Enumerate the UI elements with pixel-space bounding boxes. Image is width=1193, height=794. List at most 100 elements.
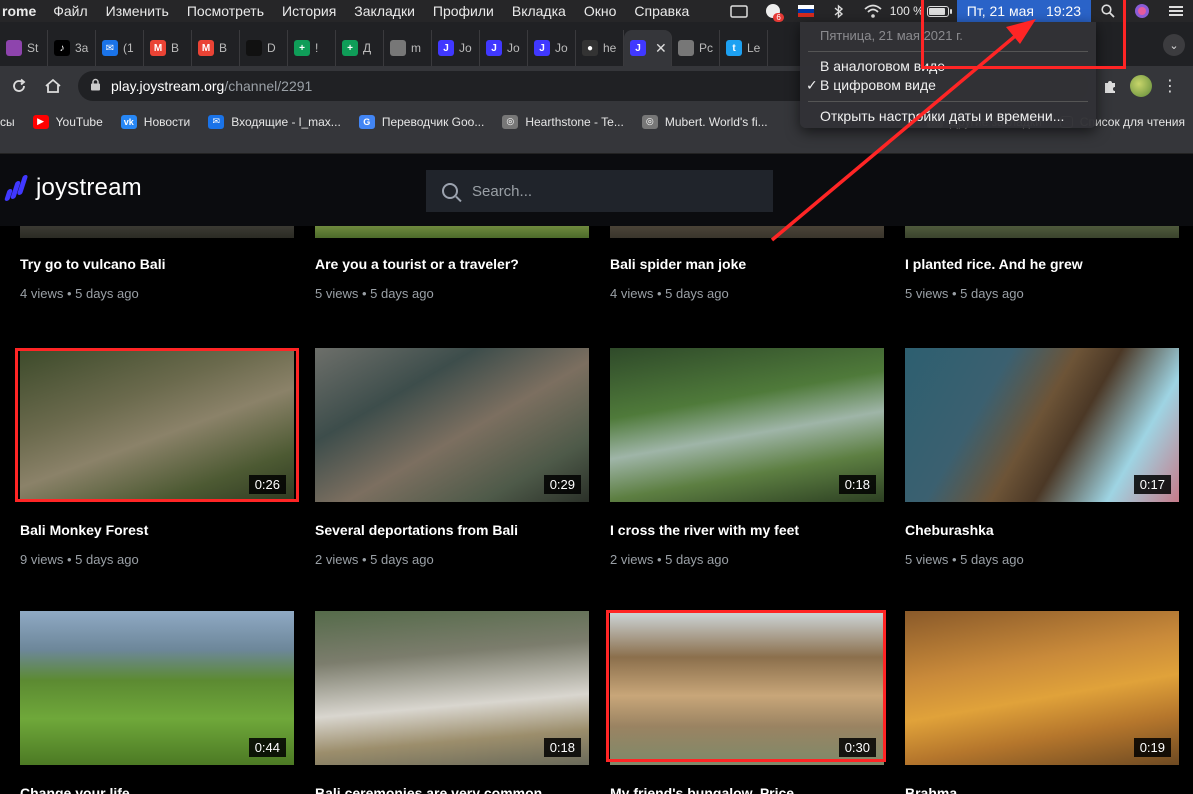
video-title[interactable]: Cheburashka (905, 522, 1179, 538)
site-search-input[interactable]: Search... (426, 170, 773, 212)
menu-history[interactable]: История (273, 3, 345, 19)
video-card[interactable]: 0:30 My friend's bungalow. Price (610, 611, 884, 794)
control-center-icon[interactable] (1165, 0, 1187, 22)
app-menu[interactable]: rome (0, 3, 44, 19)
video-card[interactable]: 0:19 Brahma (905, 611, 1179, 794)
video-thumbnail[interactable]: 0:26 (20, 348, 294, 502)
menu-edit[interactable]: Изменить (97, 3, 178, 19)
video-title[interactable]: Change your life (20, 785, 294, 794)
tab-close-icon[interactable]: ✕ (655, 40, 667, 57)
video-title[interactable]: Several deportations from Bali (315, 522, 589, 538)
video-thumbnail[interactable]: 0:17 (905, 348, 1179, 502)
bookmark-item[interactable]: ◎ Mubert. World's fi... (641, 114, 768, 129)
display-icon[interactable] (728, 0, 750, 22)
menu-help[interactable]: Справка (625, 3, 698, 19)
clock[interactable]: Пт, 21 мая 19:23 (956, 0, 1091, 22)
browser-tab[interactable]: J Jo (528, 30, 576, 66)
bookmark-item[interactable]: vk Новости (120, 114, 190, 129)
browser-tab[interactable]: + Д (336, 30, 384, 66)
reload-icon[interactable] (4, 71, 34, 101)
video-title[interactable]: Bali Monkey Forest (20, 522, 294, 538)
joystream-logo[interactable]: joystream (4, 174, 142, 202)
video-title[interactable]: My friend's bungalow. Price (610, 785, 884, 794)
video-card[interactable]: 0:17 Cheburashka 5 views • 5 days ago (905, 348, 1179, 567)
video-thumbnail[interactable]: 0:30 (610, 611, 884, 765)
battery-icon[interactable] (926, 5, 952, 17)
bookmark-item[interactable]: G Переводчик Goo... (358, 114, 484, 129)
clock-menu-open-settings[interactable]: Открыть настройки даты и времени... (820, 108, 1064, 124)
video-title[interactable]: Bali spider man joke (610, 256, 884, 272)
browser-tab[interactable]: ♪ 3a (48, 30, 96, 66)
video-card[interactable]: 0:18 I cross the river with my feet 2 view… (610, 348, 884, 567)
menu-profiles[interactable]: Профили (424, 3, 503, 19)
tab-search-chevron-icon[interactable]: ⌄ (1163, 34, 1185, 56)
video-card[interactable]: 0:26 Bali Monkey Forest 9 views • 5 days a… (20, 348, 294, 567)
video-card[interactable]: 0:29 Several deportations from Bali 2 view… (315, 348, 589, 567)
video-card[interactable]: Try go to vulcano Bali 4 views • 5 days a… (20, 226, 294, 301)
browser-tab[interactable]: MB (144, 30, 192, 66)
browser-tab[interactable]: t Le (720, 30, 768, 66)
browser-tab[interactable]: +! (288, 30, 336, 66)
video-title[interactable]: I planted rice. And he grew (905, 256, 1179, 272)
clock-menu-digital[interactable]: ✓ В цифровом виде (806, 77, 936, 93)
video-card[interactable]: Bali spider man joke 4 views • 5 days ago (610, 226, 884, 301)
video-thumbnail[interactable]: 0:18 (315, 611, 589, 765)
bookmark-item[interactable]: ◎ Hearthstone - Te... (502, 114, 624, 129)
menu-window[interactable]: Окно (575, 3, 626, 19)
bluetooth-icon[interactable] (828, 0, 850, 22)
video-title[interactable]: Bali ceremonies are very common (315, 785, 589, 794)
bookmark-label: Hearthstone - Te... (525, 114, 624, 129)
wifi-icon[interactable] (862, 0, 884, 22)
video-thumbnail[interactable] (610, 226, 884, 238)
browser-tab[interactable]: J Jo (480, 30, 528, 66)
browser-tab[interactable]: J Jo (432, 30, 480, 66)
menu-file[interactable]: Файл (44, 3, 96, 19)
video-duration: 0:18 (838, 475, 876, 494)
spotlight-search-icon[interactable] (1097, 0, 1119, 22)
macos-menu-bar: rome Файл Изменить Посмотреть История За… (0, 0, 1193, 22)
video-thumbnail[interactable]: 0:18 (610, 348, 884, 502)
video-duration: 0:29 (543, 475, 581, 494)
menu-bookmarks[interactable]: Закладки (345, 3, 424, 19)
tab-title: B (171, 41, 180, 55)
video-card[interactable]: 0:18 Bali ceremonies are very common (315, 611, 589, 794)
browser-tab[interactable]: J ✕ (624, 30, 672, 66)
video-thumbnail[interactable] (905, 226, 1179, 238)
browser-tab[interactable]: ✉ (1 (96, 30, 144, 66)
home-icon[interactable] (38, 71, 68, 101)
bookmark-item[interactable]: сы (0, 115, 15, 129)
video-thumbnail[interactable]: 0:44 (20, 611, 294, 765)
lock-icon[interactable] (90, 78, 101, 94)
video-thumbnail[interactable]: 0:19 (905, 611, 1179, 765)
video-thumbnail[interactable]: 0:29 (315, 348, 589, 502)
bookmark-item[interactable]: ▶ YouTube (32, 114, 103, 129)
browser-tab[interactable]: St (0, 30, 48, 66)
browser-tab[interactable]: D (240, 30, 288, 66)
video-thumbnail[interactable] (20, 226, 294, 238)
video-title[interactable]: Are you a tourist or a traveler? (315, 256, 589, 272)
menu-tab[interactable]: Вкладка (503, 3, 575, 19)
browser-tab[interactable]: ● he (576, 30, 624, 66)
browser-tab[interactable]: m (384, 30, 432, 66)
browser-tab[interactable]: Pc (672, 30, 720, 66)
bookmark-item[interactable]: ✉ Входящие - l_max... (208, 114, 341, 129)
video-card[interactable]: I planted rice. And he grew 5 views • 5 d… (905, 226, 1179, 301)
video-title[interactable]: Try go to vulcano Bali (20, 256, 294, 272)
video-meta: 4 views • 5 days ago (610, 286, 729, 301)
video-thumbnail[interactable] (315, 226, 589, 238)
browser-tab[interactable]: MB (192, 30, 240, 66)
profile-avatar[interactable] (1130, 75, 1152, 97)
video-title[interactable]: I cross the river with my feet (610, 522, 884, 538)
video-card[interactable]: Are you a tourist or a traveler? 5 views … (315, 226, 589, 301)
menu-view[interactable]: Посмотреть (178, 3, 273, 19)
kebab-menu-icon[interactable]: ⋮ (1162, 76, 1178, 96)
keyboard-layout-ru-icon[interactable] (797, 5, 814, 17)
siri-icon[interactable] (1131, 0, 1153, 22)
video-card[interactable]: 0:44 Change your life (20, 611, 294, 794)
clock-menu-analog[interactable]: В аналоговом виде (820, 58, 945, 74)
video-title[interactable]: Brahma (905, 785, 1179, 794)
notification-icon[interactable]: 6 (762, 0, 784, 22)
extensions-puzzle-icon[interactable] (1098, 74, 1122, 98)
tab-favicon-icon: ♪ (54, 40, 70, 56)
url-path: /channel/2291 (224, 78, 313, 94)
